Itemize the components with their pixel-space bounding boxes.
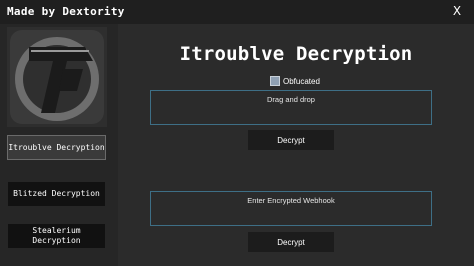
obfuscated-checkbox[interactable]: [270, 76, 280, 86]
logo-icon: [7, 27, 107, 127]
main-panel: Itroublve Decryption Obfucated Drag and …: [118, 24, 474, 266]
blitzed-decryption-button[interactable]: Blitzed Decryption: [7, 181, 106, 207]
decrypt-button-top[interactable]: Decrypt: [248, 130, 334, 150]
app-title: Made by Dextority: [7, 5, 125, 18]
obfuscated-option[interactable]: Obfucated: [270, 75, 320, 87]
obfuscated-label: Obfucated: [283, 76, 320, 86]
close-button[interactable]: X: [450, 3, 464, 19]
app-logo: [7, 27, 107, 127]
page-title: Itroublve Decryption: [179, 43, 413, 65]
title-bar: Made by Dextority X: [0, 0, 474, 24]
itroublve-decryption-button[interactable]: Itroublve Decryption: [7, 135, 106, 160]
sidebar: Itroublve Decryption Blitzed Decryption …: [0, 24, 118, 266]
drag-drop-box[interactable]: Drag and drop: [150, 90, 432, 125]
webhook-input[interactable]: Enter Encrypted Webhook: [150, 191, 432, 226]
decrypt-button-bottom[interactable]: Decrypt: [248, 232, 334, 252]
stealerium-decryption-button[interactable]: Stealerium Decryption: [7, 223, 106, 249]
